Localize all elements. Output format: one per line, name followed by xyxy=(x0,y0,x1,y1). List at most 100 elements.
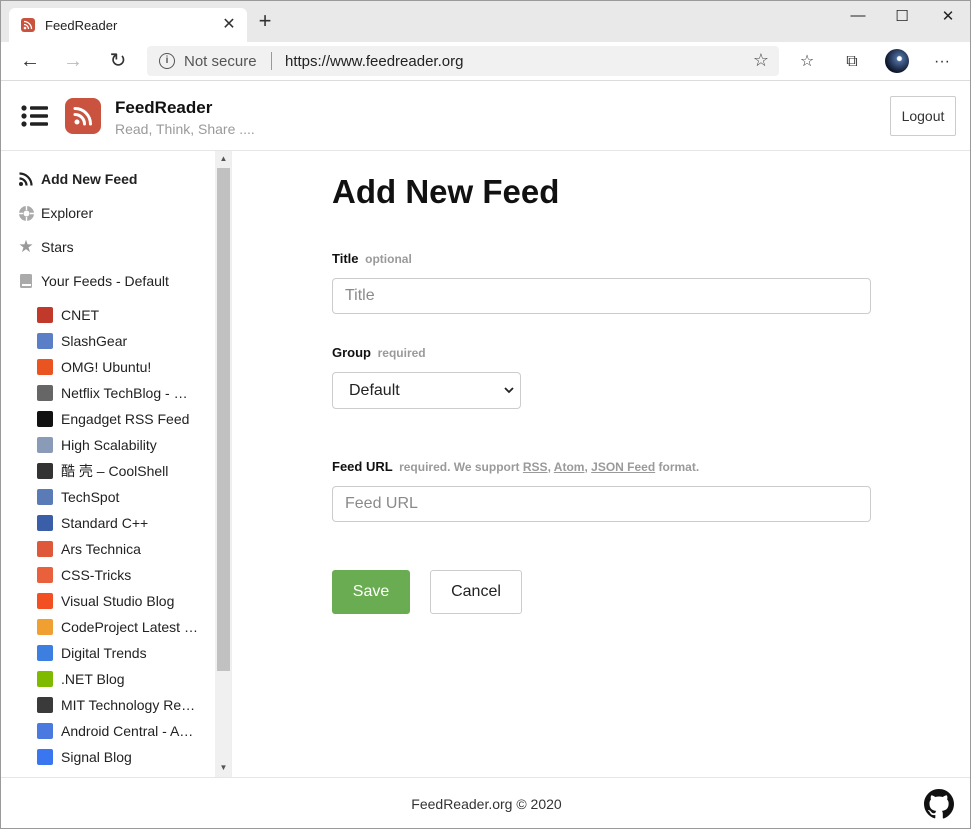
feed-url-input[interactable] xyxy=(332,486,871,522)
scroll-up-icon[interactable]: ▲ xyxy=(215,151,231,166)
group-select-value: Default xyxy=(349,381,400,399)
favorites-icon[interactable]: ☆ xyxy=(796,51,818,73)
star-icon: ★ xyxy=(18,237,34,256)
sidebar-scrollbar[interactable]: ▲ ▼ xyxy=(215,151,231,777)
rss-link[interactable]: RSS xyxy=(523,460,548,474)
menu-icon[interactable] xyxy=(21,104,49,128)
atom-link[interactable]: Atom xyxy=(554,460,585,474)
json-feed-link[interactable]: JSON Feed xyxy=(591,460,655,474)
omnibox-divider xyxy=(271,52,272,70)
feed-item[interactable]: Visual Studio Blog xyxy=(37,591,174,611)
feed-item[interactable]: 酷 壳 – CoolShell xyxy=(37,461,168,481)
refresh-icon[interactable]: ↻ xyxy=(106,50,130,72)
cancel-button[interactable]: Cancel xyxy=(430,570,522,614)
feedreader-favicon-icon xyxy=(21,18,35,32)
sidebar-item-label: Add New Feed xyxy=(41,171,138,187)
sidebar-item-explorer[interactable]: Explorer xyxy=(17,202,93,224)
back-icon[interactable]: ← xyxy=(18,50,42,72)
profile-avatar-icon[interactable] xyxy=(885,49,909,73)
url-text[interactable]: https://www.feedreader.org xyxy=(285,53,463,70)
feed-favicon-icon xyxy=(37,619,53,635)
info-icon[interactable]: i xyxy=(159,53,175,69)
feed-item[interactable]: SlashGear xyxy=(37,331,127,351)
feed-item-label: High Scalability xyxy=(61,437,157,453)
feed-item[interactable]: CodeProject Latest … xyxy=(37,617,198,637)
browser-tab[interactable]: FeedReader ✕ xyxy=(9,8,247,42)
feed-item-label: Engadget RSS Feed xyxy=(61,411,190,427)
feed-item[interactable]: Android Central - A… xyxy=(37,721,193,741)
feed-item[interactable]: Netflix TechBlog - … xyxy=(37,383,188,403)
close-tab-icon[interactable]: ✕ xyxy=(219,14,239,34)
title-label-text: Title xyxy=(332,251,359,266)
feed-item[interactable]: Signal Blog xyxy=(37,747,132,767)
window-close-icon[interactable]: ✕ xyxy=(925,7,970,29)
feed-favicon-icon xyxy=(37,411,53,427)
feed-item[interactable]: Ars Technica xyxy=(37,539,141,559)
logout-button[interactable]: Logout xyxy=(890,96,956,136)
sidebar-item-your-feeds[interactable]: Your Feeds - Default xyxy=(17,270,169,292)
group-hint: required xyxy=(377,346,426,360)
security-label: Not secure xyxy=(184,53,257,70)
feed-favicon-icon xyxy=(37,749,53,765)
title-input[interactable] xyxy=(332,278,871,314)
feed-item-label: Android Central - A… xyxy=(61,723,194,739)
feed-url-hint-suffix: format. xyxy=(658,460,700,474)
group-label-text: Group xyxy=(332,345,371,360)
github-icon[interactable] xyxy=(923,788,955,820)
feed-item[interactable]: OMG! Ubuntu! xyxy=(37,357,151,377)
feed-item-label: CSS-Tricks xyxy=(61,567,132,583)
feedreader-app: FeedReader Read, Think, Share .... Logou… xyxy=(1,81,970,828)
feed-item-label: OMG! Ubuntu! xyxy=(61,359,152,375)
feed-item-label: 酷 壳 – CoolShell xyxy=(61,463,169,479)
tab-title: FeedReader xyxy=(45,18,118,33)
feed-item-label: Visual Studio Blog xyxy=(61,593,175,609)
browser-window: FeedReader ✕ + — ☐ ✕ ← → ↻ i Not secure … xyxy=(0,0,971,829)
feed-item[interactable]: High Scalability xyxy=(37,435,157,455)
feed-item[interactable]: Standard C++ xyxy=(37,513,148,533)
maximize-icon[interactable]: ☐ xyxy=(879,7,925,29)
feed-item[interactable]: Engadget RSS Feed xyxy=(37,409,189,429)
feed-item[interactable]: .NET Blog xyxy=(37,669,125,689)
feed-item[interactable]: MIT Technology Re… xyxy=(37,695,195,715)
sidebar-item-add-new-feed[interactable]: Add New Feed xyxy=(17,168,137,190)
copyright-text: FeedReader.org © 2020 xyxy=(411,796,562,812)
group-field-label: Group required xyxy=(332,345,426,360)
sidebar-item-stars[interactable]: ★ Stars xyxy=(17,236,73,258)
feed-favicon-icon xyxy=(37,489,53,505)
feed-item[interactable]: TechSpot xyxy=(37,487,119,507)
rss-icon xyxy=(17,170,35,188)
minimize-icon[interactable]: — xyxy=(835,7,881,29)
feed-url-hint: required. We support RSS, Atom, JSON Fee… xyxy=(399,460,700,474)
feed-favicon-icon xyxy=(37,671,53,687)
explorer-icon xyxy=(17,204,35,222)
title-hint: optional xyxy=(365,252,412,266)
feed-item-label: Signal Blog xyxy=(61,749,132,765)
book-icon xyxy=(17,272,35,290)
feed-item[interactable]: Digital Trends xyxy=(37,643,147,663)
feed-item-label: Ars Technica xyxy=(61,541,141,557)
feed-favicon-icon xyxy=(37,515,53,531)
main-content: Add New Feed Title optional Group requir… xyxy=(232,151,970,777)
save-button[interactable]: Save xyxy=(332,570,410,614)
rss-logo-icon xyxy=(73,107,92,126)
group-select[interactable]: Default xyxy=(332,372,521,409)
feed-favicon-icon xyxy=(37,359,53,375)
feed-url-label-text: Feed URL xyxy=(332,459,393,474)
feedreader-logo xyxy=(65,98,101,134)
omnibox[interactable]: i Not secure https://www.feedreader.org … xyxy=(147,46,779,76)
scroll-down-icon[interactable]: ▼ xyxy=(215,760,231,775)
favorite-star-icon[interactable]: ☆ xyxy=(753,50,769,71)
scrollbar-thumb[interactable] xyxy=(217,168,230,671)
feed-item-label: MIT Technology Re… xyxy=(61,697,196,713)
more-menu-icon[interactable]: ··· xyxy=(931,51,953,73)
collections-icon[interactable]: ⧉ xyxy=(841,51,863,73)
feed-favicon-icon xyxy=(37,593,53,609)
feed-favicon-icon xyxy=(37,567,53,583)
tab-bar: FeedReader ✕ + — ☐ ✕ xyxy=(1,1,970,42)
feed-favicon-icon xyxy=(37,385,53,401)
feed-item[interactable]: CNET xyxy=(37,305,99,325)
forward-icon[interactable]: → xyxy=(61,50,85,72)
feed-item[interactable]: CSS-Tricks xyxy=(37,565,131,585)
feed-item-label: .NET Blog xyxy=(61,671,125,687)
new-tab-icon[interactable]: + xyxy=(253,10,277,32)
